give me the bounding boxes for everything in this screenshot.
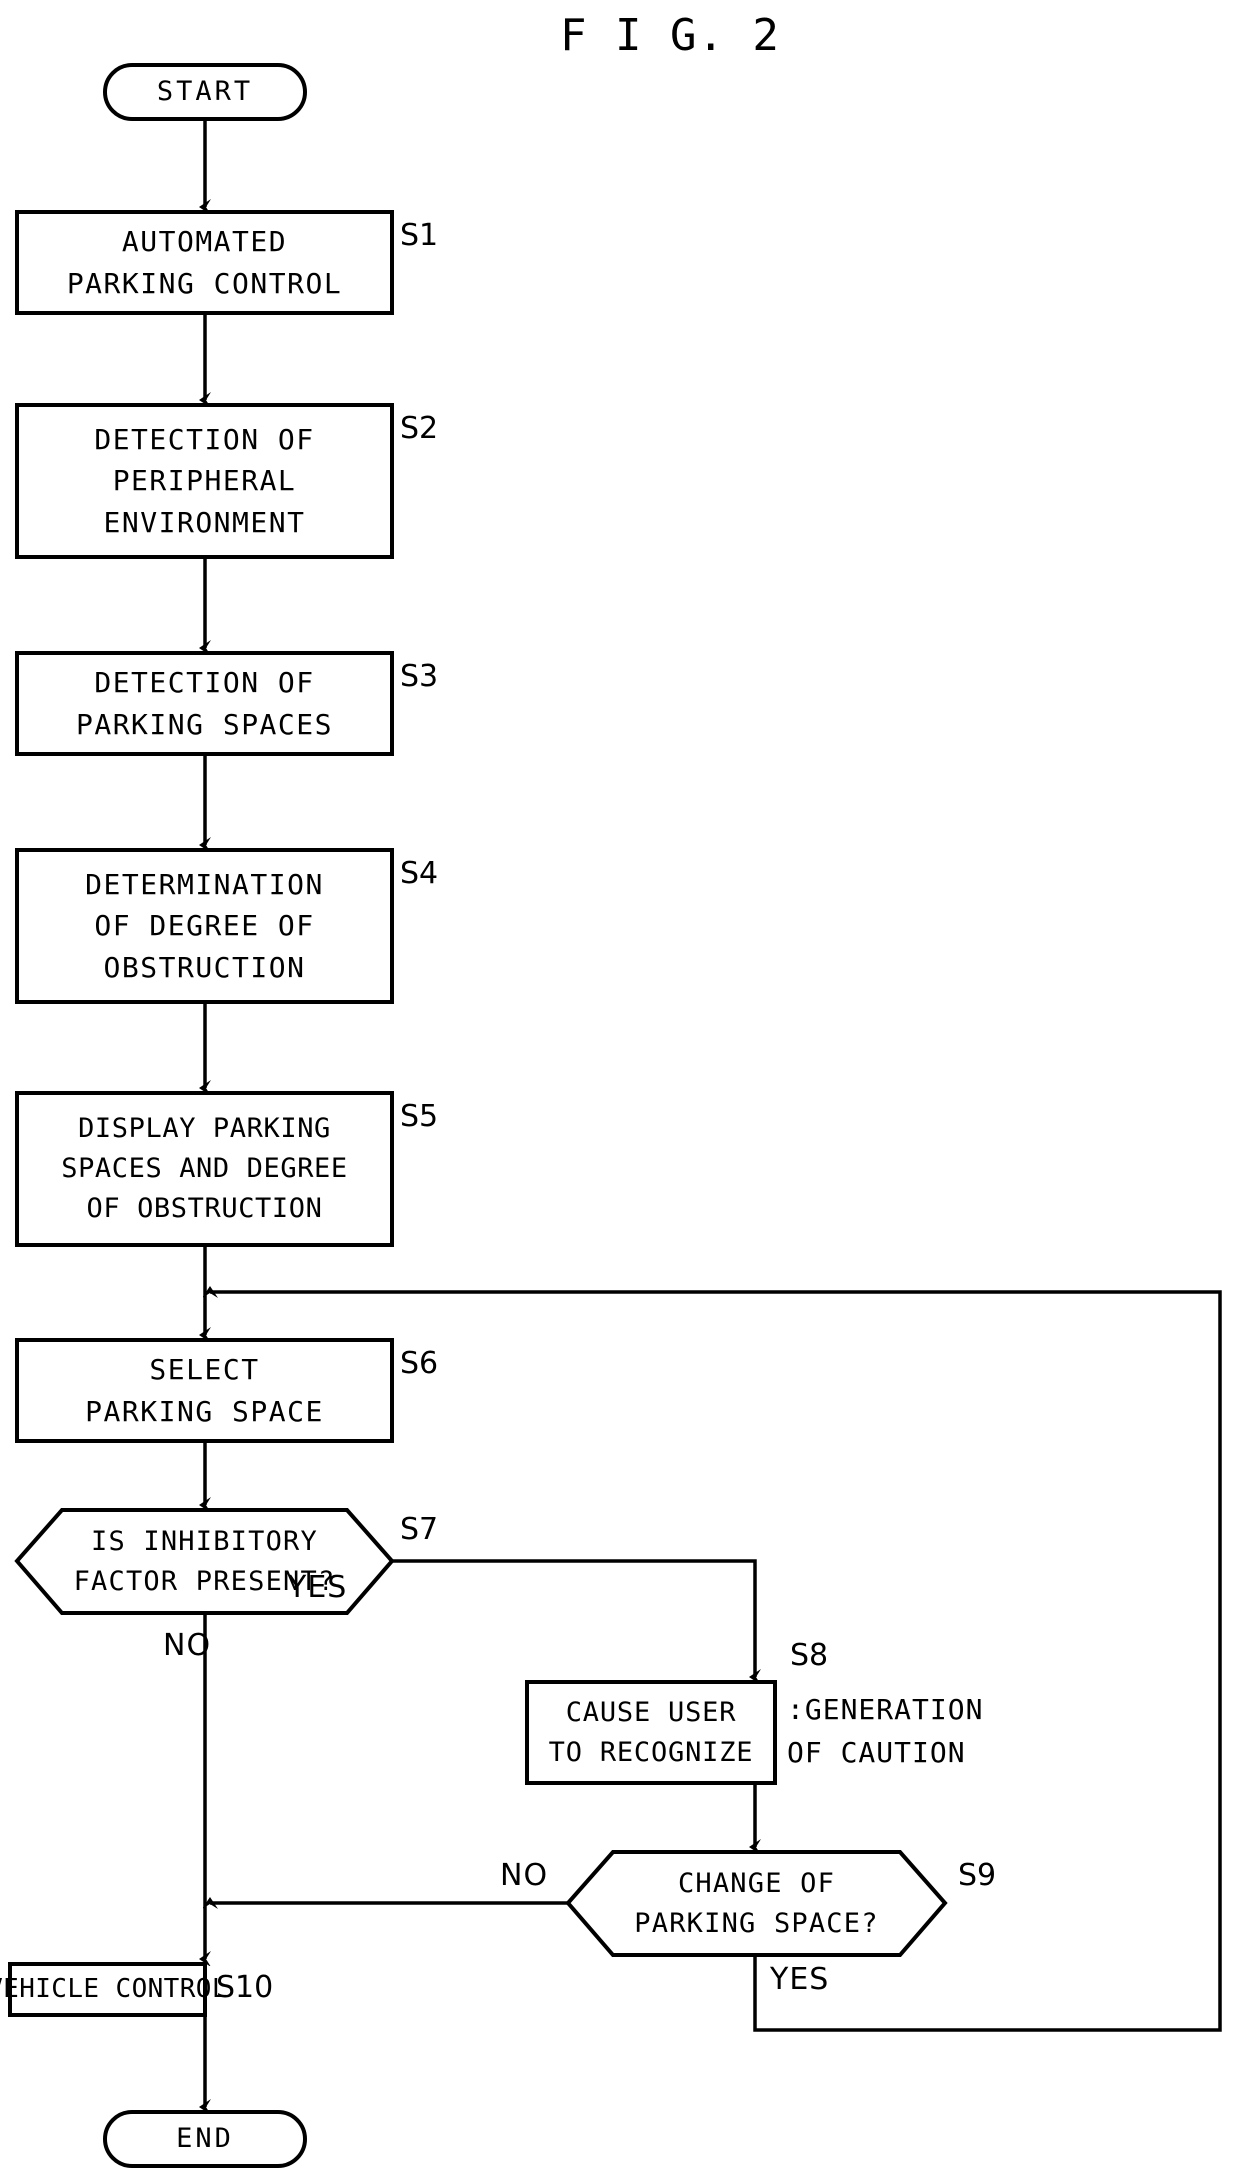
s6-step-label: S6 (400, 1346, 439, 1381)
s4-box[interactable] (17, 850, 392, 1002)
s7-step-label: S7 (400, 1512, 439, 1547)
s9-yes-branch-label: YES (770, 1962, 830, 1997)
s1-box[interactable] (17, 212, 392, 313)
s1-step-label: S1 (400, 218, 439, 253)
s3-step-label: S3 (400, 659, 439, 694)
s7-decision[interactable] (17, 1510, 392, 1613)
s4-step-label: S4 (400, 856, 439, 891)
caution-annotation-line-1: :GENERATION (787, 1693, 984, 1726)
s9-step-label: S9 (958, 1858, 997, 1893)
s10-box[interactable] (10, 1964, 205, 2015)
figure-title: F I G. 2 (560, 10, 780, 61)
s8-box[interactable] (527, 1682, 775, 1783)
s3-box[interactable] (17, 653, 392, 754)
s5-step-label: S5 (400, 1099, 439, 1134)
start-terminator[interactable] (105, 65, 305, 119)
s5-box[interactable] (17, 1093, 392, 1245)
s7-no-branch-label: NO (163, 1628, 212, 1663)
s6-box[interactable] (17, 1340, 392, 1441)
end-terminator[interactable] (105, 2112, 305, 2166)
s9-decision[interactable] (568, 1852, 945, 1955)
s2-step-label: S2 (400, 411, 439, 446)
s9-no-branch-label: NO (500, 1858, 549, 1893)
figure-canvas: F I G. 2 START AUTOMATED PARKING CONTROL… (0, 0, 1240, 2183)
edge-s7-yes-to-s8 (392, 1559, 755, 1677)
s2-box[interactable] (17, 405, 392, 557)
s8-step-label: S8 (790, 1638, 829, 1673)
caution-annotation-line-2: OF CAUTION (787, 1736, 966, 1770)
s10-step-label: S10 (216, 1970, 274, 2005)
caution-annotation: :GENERATION OF CAUTION (787, 1688, 983, 1775)
